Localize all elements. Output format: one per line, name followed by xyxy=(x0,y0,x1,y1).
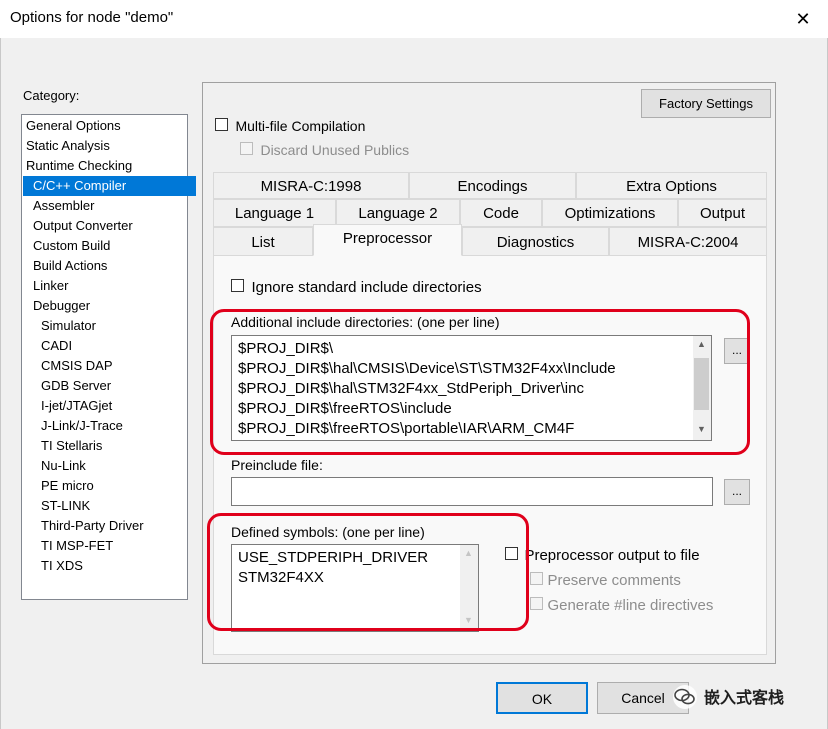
generate-line-label: Generate #line directives xyxy=(547,597,714,614)
ok-button[interactable]: OK xyxy=(496,682,588,714)
preserve-comments-label: Preserve comments xyxy=(547,572,681,589)
tab-misra-2004[interactable]: MISRA-C:2004 xyxy=(609,227,767,256)
title-bar: Options for node "demo" ✕ xyxy=(0,0,828,38)
category-item[interactable]: Static Analysis xyxy=(23,136,189,156)
preinclude-input[interactable] xyxy=(231,477,713,506)
preinclude-label: Preinclude file: xyxy=(231,457,323,473)
category-item[interactable]: Third-Party Driver xyxy=(23,516,204,536)
close-icon[interactable]: ✕ xyxy=(790,7,816,31)
tab-preprocessor[interactable]: Preprocessor xyxy=(313,224,462,256)
tab-encodings[interactable]: Encodings xyxy=(409,172,576,199)
tab-extra-options[interactable]: Extra Options xyxy=(576,172,767,199)
category-item[interactable]: Runtime Checking xyxy=(23,156,189,176)
wechat-logo-icon xyxy=(672,684,698,710)
ignore-std-row[interactable]: Ignore standard include directories xyxy=(231,279,482,297)
ignore-std-label: Ignore standard include directories xyxy=(251,279,482,296)
ignore-std-checkbox[interactable] xyxy=(231,279,244,292)
category-item[interactable]: Nu-Link xyxy=(23,456,204,476)
tab-misra-1998[interactable]: MISRA-C:1998 xyxy=(213,172,409,199)
output-to-file-row[interactable]: Preprocessor output to file xyxy=(505,547,700,565)
multi-file-row[interactable]: Multi-file Compilation xyxy=(215,118,365,136)
preserve-comments-row: Preserve comments xyxy=(530,572,681,590)
tab-language-1[interactable]: Language 1 xyxy=(213,199,336,227)
generate-line-checkbox xyxy=(530,597,543,610)
category-item[interactable]: I-jet/JTAGjet xyxy=(23,396,204,416)
discard-unused-row: Discard Unused Publics xyxy=(240,142,409,160)
category-item[interactable]: GDB Server xyxy=(23,376,204,396)
discard-unused-checkbox xyxy=(240,142,253,155)
highlight-include-dirs xyxy=(210,309,750,455)
generate-line-row: Generate #line directives xyxy=(530,597,713,615)
factory-settings-button[interactable]: Factory Settings xyxy=(641,89,771,118)
category-item[interactable]: General Options xyxy=(23,116,189,136)
category-list[interactable]: General Options Static Analysis Runtime Ch… xyxy=(21,114,196,600)
category-item[interactable]: PE micro xyxy=(23,476,204,496)
tab-list[interactable]: List xyxy=(213,227,313,256)
category-item[interactable]: CADI xyxy=(23,336,204,356)
preinclude-browse-button[interactable]: ... xyxy=(724,479,750,505)
output-to-file-label: Preprocessor output to file xyxy=(524,547,700,564)
category-item[interactable]: ST-LINK xyxy=(23,496,204,516)
watermark-text: 嵌入式客栈 xyxy=(704,690,785,707)
multi-file-checkbox[interactable] xyxy=(215,118,228,131)
category-item[interactable]: C/C++ Compiler xyxy=(23,176,196,196)
category-item[interactable]: TI XDS xyxy=(23,556,204,576)
category-item[interactable]: Build Actions xyxy=(23,256,196,276)
category-item[interactable]: CMSIS DAP xyxy=(23,356,204,376)
tab-diagnostics[interactable]: Diagnostics xyxy=(462,227,609,256)
highlight-defined-symbols xyxy=(207,513,529,631)
window-title: Options for node "demo" xyxy=(10,9,174,26)
category-item[interactable]: Custom Build xyxy=(23,236,196,256)
tab-language-2[interactable]: Language 2 xyxy=(336,199,460,227)
preserve-comments-checkbox xyxy=(530,572,543,585)
tab-optimizations[interactable]: Optimizations xyxy=(542,199,678,227)
category-label: Category: xyxy=(23,88,80,103)
category-item[interactable]: Linker xyxy=(23,276,196,296)
category-item[interactable]: Output Converter xyxy=(23,216,196,236)
category-item[interactable]: Debugger xyxy=(23,296,196,316)
category-item[interactable]: Assembler xyxy=(23,196,196,216)
category-item[interactable]: J-Link/J-Trace xyxy=(23,416,204,436)
category-item[interactable]: TI MSP-FET xyxy=(23,536,204,556)
category-item[interactable]: TI Stellaris xyxy=(23,436,204,456)
category-item[interactable]: Simulator xyxy=(23,316,204,336)
multi-file-label: Multi-file Compilation xyxy=(235,118,366,134)
tab-output[interactable]: Output xyxy=(678,199,767,227)
tab-code[interactable]: Code xyxy=(460,199,542,227)
discard-unused-label: Discard Unused Publics xyxy=(260,142,410,158)
